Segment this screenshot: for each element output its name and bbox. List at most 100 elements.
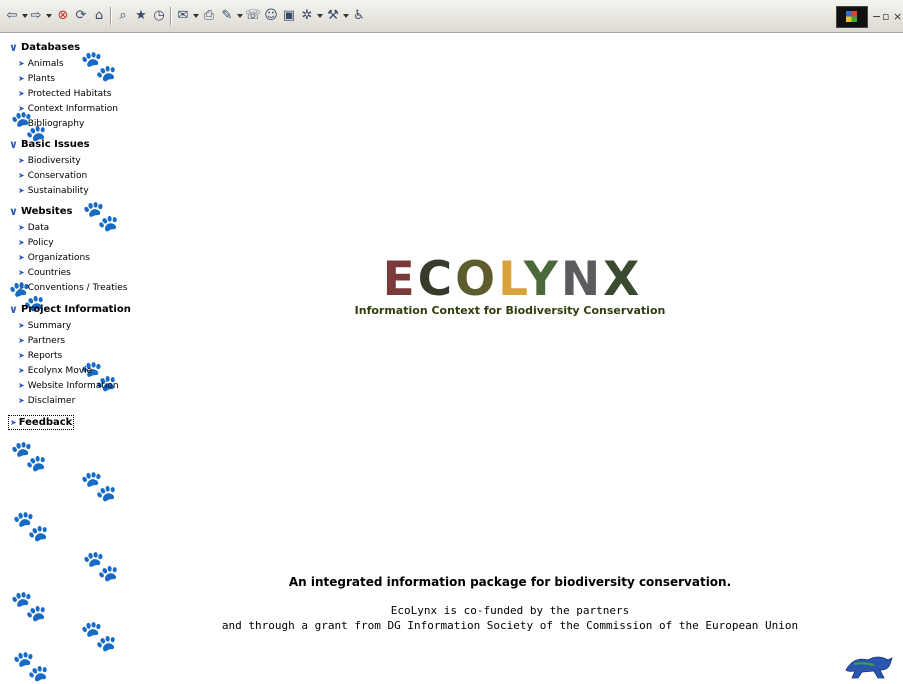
logo-letter-n: N — [560, 252, 604, 307]
sidebar-item-policy[interactable]: ➤ Policy — [18, 236, 54, 249]
sidebar-item-conventions-treaties[interactable]: ➤ Conventions / Treaties — [18, 281, 127, 294]
section-databases[interactable]: ∨ Databases — [9, 40, 80, 54]
sidebar-item-disclaimer[interactable]: ➤ Disclaimer — [18, 394, 75, 407]
sidebar-item-context-information[interactable]: ➤ Context Information — [18, 102, 118, 115]
arrow-right-icon: ➤ — [18, 59, 25, 68]
back-arrow-icon[interactable]: ⇦ — [6, 8, 18, 24]
logo-subtitle: Information Context for Biodiversity Con… — [354, 304, 666, 317]
sidebar-item-ecolynx-movie[interactable]: ➤ Ecolynx Movie — [18, 364, 92, 377]
arrow-right-icon: ➤ — [18, 351, 25, 360]
section-websites[interactable]: ∨ Websites — [9, 204, 72, 218]
accessibility-icon[interactable]: ♿ — [352, 8, 366, 24]
lynx-mascot-icon — [845, 656, 893, 679]
sidebar-item-organizations[interactable]: ➤ Organizations — [18, 251, 90, 264]
encoding-icon[interactable]: ✲ — [300, 8, 314, 24]
arrow-right-icon: ➤ — [18, 268, 25, 277]
sidebar-item-plants[interactable]: ➤ Plants — [18, 72, 55, 85]
sidebar-item-countries[interactable]: ➤ Countries — [18, 266, 71, 279]
edit-dropdown-icon[interactable] — [237, 14, 243, 18]
history-icon[interactable]: ◷ — [152, 8, 166, 24]
arrow-right-icon: ➤ — [18, 186, 25, 195]
maximize-icon[interactable]: ▣ — [282, 8, 296, 24]
arrow-right-icon: ➤ — [18, 381, 25, 390]
sidebar-item-sustainability[interactable]: ➤ Sustainability — [18, 184, 89, 197]
logo-letter-l: L — [498, 252, 524, 307]
favorites-icon[interactable]: ★ — [134, 8, 148, 24]
sidebar-item-website-information[interactable]: ➤ Website Information — [18, 379, 119, 392]
sidebar-item-biodiversity[interactable]: ➤ Biodiversity — [18, 154, 81, 167]
search-icon[interactable]: ⌕ — [116, 8, 130, 24]
chevron-down-icon: ∨ — [9, 40, 18, 54]
logo-letter-o: O — [455, 252, 499, 307]
paw-print-icon: 🐾 — [82, 199, 120, 234]
home-icon[interactable]: ⌂ — [92, 8, 106, 24]
sidebar-item-animals[interactable]: ➤ Animals — [18, 57, 64, 70]
mail-dropdown-icon[interactable] — [193, 14, 199, 18]
arrow-right-icon: ➤ — [18, 336, 25, 345]
arrow-right-icon: ➤ — [18, 283, 25, 292]
sidebar-item-partners[interactable]: ➤ Partners — [18, 334, 65, 347]
tagline: An integrated information package for bi… — [288, 575, 732, 589]
encoding-dropdown-icon[interactable] — [317, 14, 323, 18]
credit-line: and through a grant from DG Information … — [221, 619, 799, 632]
arrow-right-icon: ➤ — [18, 104, 25, 113]
chevron-down-icon: ∨ — [9, 302, 18, 316]
arrow-right-icon: ➤ — [18, 253, 25, 262]
browser-toolbar: ⇦ ⇨ ⊗ ⟳ ⌂ ⌕ ★ ◷ ✉ ⎙ ✎ ☏ ☺ ▣ ✲ ⚒ ♿ − ▫ × — [0, 0, 903, 33]
windows-logo-icon — [836, 6, 868, 28]
close-button[interactable]: × — [893, 10, 902, 23]
arrow-right-icon: ➤ — [18, 321, 25, 330]
logo-letter-x: X — [603, 252, 643, 307]
arrow-right-icon: ➤ — [18, 396, 25, 405]
arrow-right-icon: ➤ — [18, 119, 25, 128]
section-project-information[interactable]: ∨ Project Information — [9, 302, 131, 316]
logo-letter-y: Y — [523, 252, 561, 307]
arrow-right-icon: ➤ — [18, 366, 25, 375]
arrow-right-icon: ➤ — [18, 156, 25, 165]
back-dropdown-icon[interactable] — [22, 14, 28, 18]
toolbar-separator — [170, 7, 172, 25]
arrow-right-icon: ➤ — [18, 238, 25, 247]
discuss-icon[interactable]: ☏ — [245, 8, 261, 24]
feedback-link[interactable]: ➤ Feedback — [8, 415, 75, 430]
chevron-down-icon: ∨ — [9, 137, 18, 151]
paw-print-icon: 🐾 — [10, 439, 48, 474]
paw-print-icon: 🐾 — [12, 649, 50, 684]
toolbar-separator — [110, 7, 112, 25]
arrow-right-icon: ➤ — [18, 74, 25, 83]
sidebar-item-reports[interactable]: ➤ Reports — [18, 349, 62, 362]
stop-icon[interactable]: ⊗ — [56, 8, 70, 24]
tools-dropdown-icon[interactable] — [343, 14, 349, 18]
sidebar-item-bibliography[interactable]: ➤ Bibliography — [18, 117, 84, 130]
arrow-right-icon: ➤ — [18, 223, 25, 232]
logo-letter-e: E — [382, 252, 418, 307]
tools-icon[interactable]: ⚒ — [326, 8, 340, 24]
sidebar-item-summary[interactable]: ➤ Summary — [18, 319, 71, 332]
paw-print-icon: 🐾 — [10, 589, 48, 624]
sidebar: 🐾 🐾 🐾 🐾 🐾 🐾 🐾 🐾 🐾 🐾 🐾 🐾 ∨ Databases ➤ Ani… — [0, 32, 140, 684]
minimize-button[interactable]: − — [872, 10, 881, 23]
paw-print-icon: 🐾 — [80, 49, 118, 84]
edit-icon[interactable]: ✎ — [220, 8, 234, 24]
sidebar-item-conservation[interactable]: ➤ Conservation — [18, 169, 87, 182]
ecolynx-logo: ECOLYNX — [335, 256, 690, 304]
forward-dropdown-icon[interactable] — [46, 14, 52, 18]
sidebar-item-data[interactable]: ➤ Data — [18, 221, 49, 234]
arrow-right-icon: ➤ — [18, 89, 25, 98]
credit-line: EcoLynx is co-funded by the partners — [390, 604, 630, 617]
logo-letter-c: C — [417, 252, 456, 307]
paw-print-icon: 🐾 — [82, 549, 120, 584]
arrow-right-icon: ➤ — [10, 418, 17, 427]
messenger-icon[interactable]: ☺ — [264, 8, 278, 24]
paw-print-icon: 🐾 — [12, 509, 50, 544]
forward-arrow-icon[interactable]: ⇨ — [30, 8, 42, 24]
restore-button[interactable]: ▫ — [882, 10, 889, 23]
mail-icon[interactable]: ✉ — [176, 8, 190, 24]
paw-print-icon: 🐾 — [80, 619, 118, 654]
sidebar-item-protected-habitats[interactable]: ➤ Protected Habitats — [18, 87, 111, 100]
chevron-down-icon: ∨ — [9, 204, 18, 218]
section-basic-issues[interactable]: ∨ Basic Issues — [9, 137, 90, 151]
print-icon[interactable]: ⎙ — [202, 8, 216, 24]
refresh-icon[interactable]: ⟳ — [74, 8, 88, 24]
arrow-right-icon: ➤ — [18, 171, 25, 180]
